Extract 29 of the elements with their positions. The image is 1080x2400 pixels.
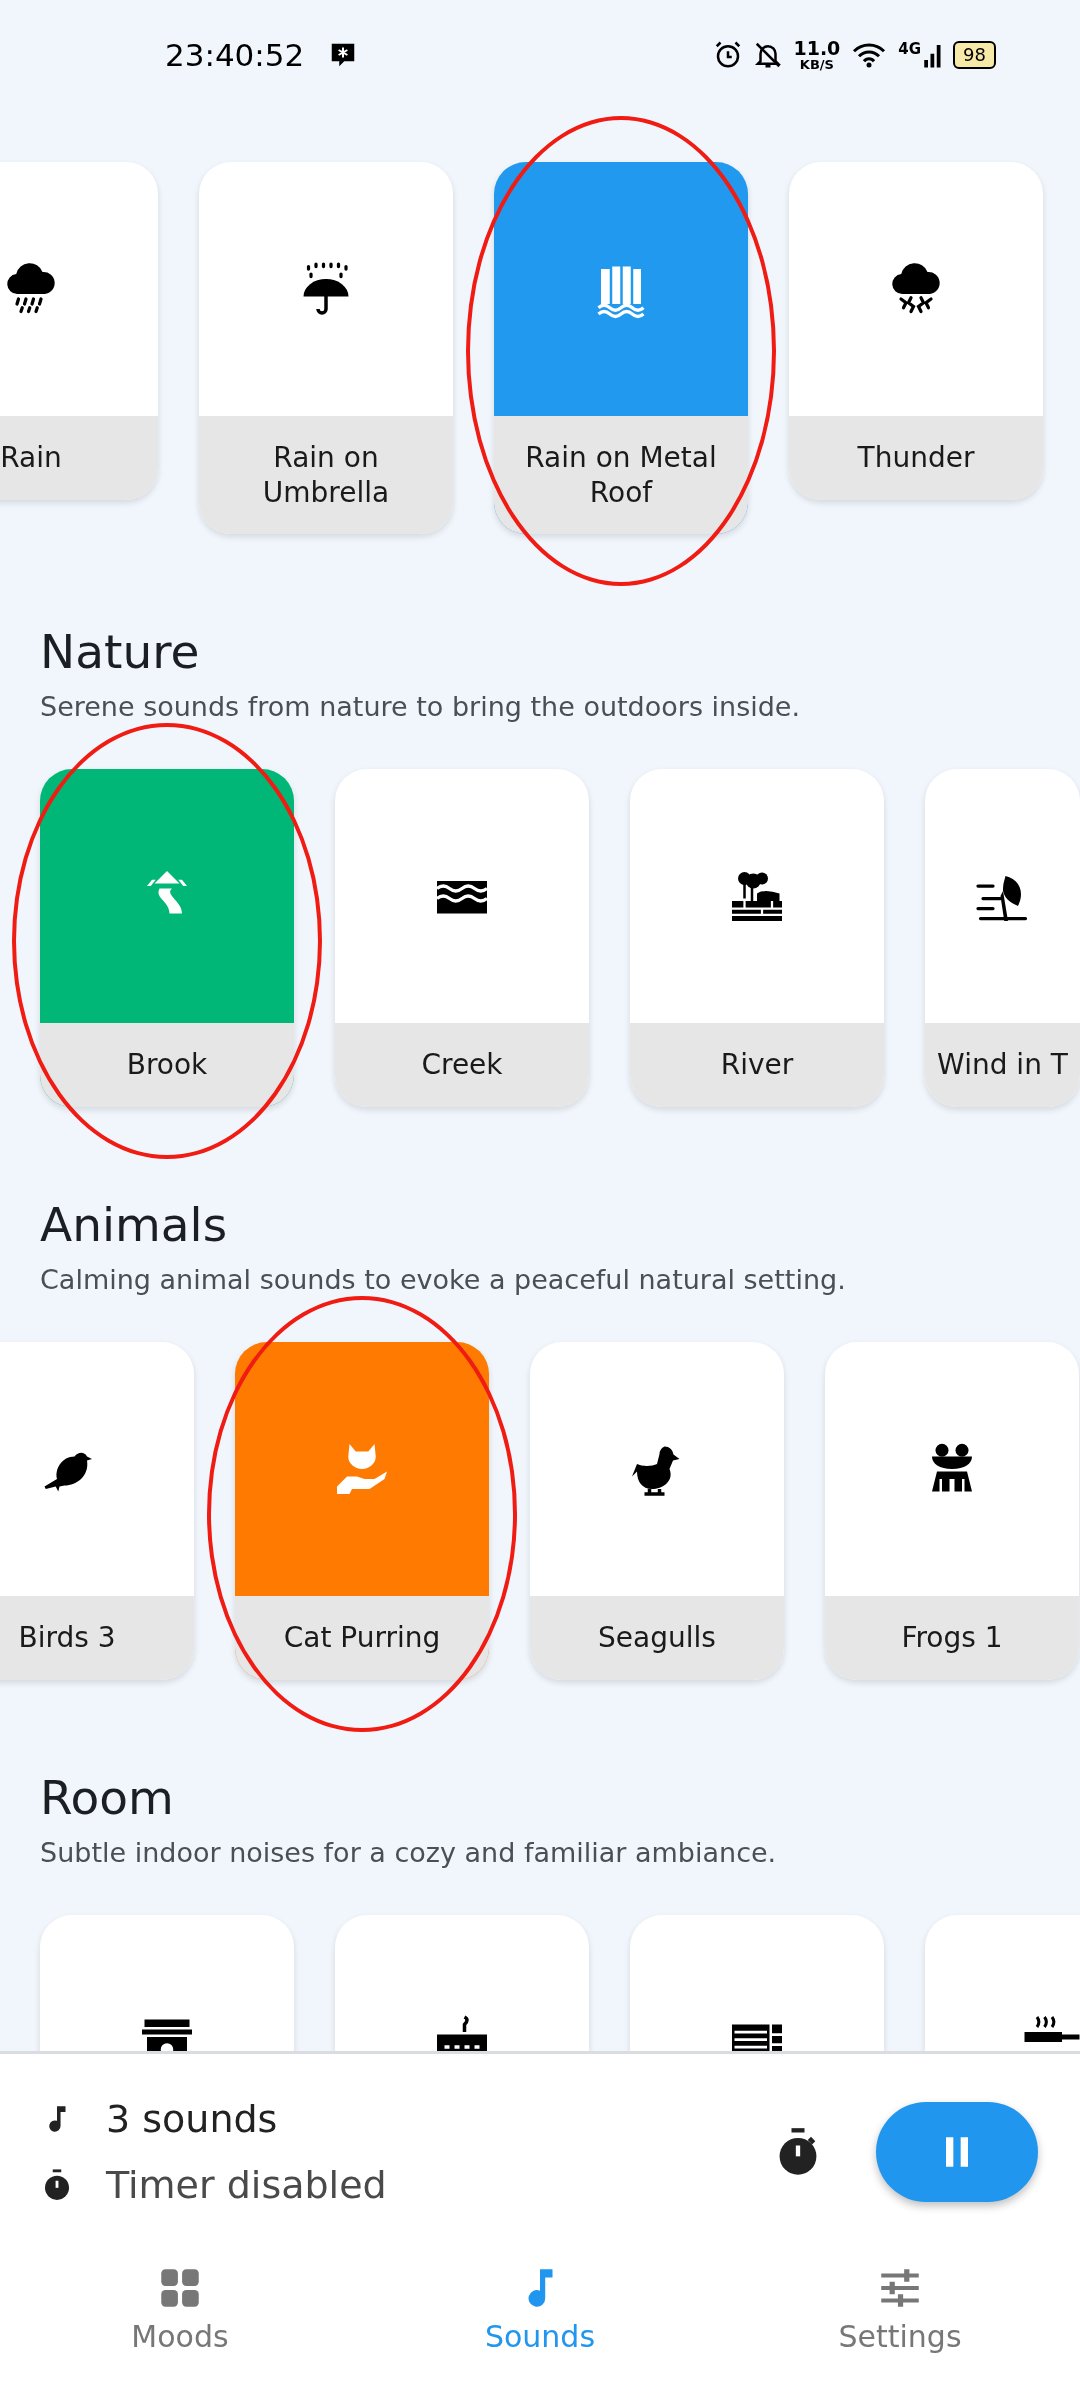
- sound-card[interactable]: Cat Purring: [235, 1342, 489, 1680]
- sound-card[interactable]: Brook: [40, 769, 294, 1107]
- network-speed: 11.0: [793, 39, 841, 58]
- sounds-count: 3 sounds: [106, 2096, 278, 2142]
- network-type: 4G: [898, 40, 922, 58]
- sound-card[interactable]: Rain: [0, 162, 158, 500]
- sound-card[interactable]: Frogs 1: [825, 1342, 1079, 1680]
- bell-off-icon: [753, 40, 784, 70]
- pause-button[interactable]: [876, 2102, 1038, 2202]
- sound-card[interactable]: Seagulls: [530, 1342, 784, 1680]
- section-description: Serene sounds from nature to bring the outdoors inside.: [40, 691, 802, 723]
- section-title: Animals: [40, 1197, 229, 1253]
- timer-status: Timer disabled: [106, 2162, 387, 2208]
- sound-card[interactable]: Wind in T: [925, 769, 1080, 1107]
- sound-card[interactable]: Creek: [335, 769, 589, 1107]
- section-title: Room: [40, 1770, 175, 1826]
- nav-tab[interactable]: Settings: [720, 2262, 1080, 2355]
- section-description: Calming animal sounds to evoke a peaceful natural setting.: [40, 1264, 847, 1296]
- sound-card[interactable]: River: [630, 769, 884, 1107]
- nav-tab[interactable]: Moods: [0, 2262, 360, 2355]
- speed-unit: KB/S: [799, 58, 834, 71]
- sound-card[interactable]: Birds 3: [0, 1342, 194, 1680]
- sound-card[interactable]: Thunder: [789, 162, 1043, 500]
- clock-time: 23:40:52: [165, 37, 305, 73]
- battery-indicator: 98: [953, 41, 996, 69]
- section-description: Subtle indoor noises for a cozy and familiar ambiance.: [40, 1837, 778, 1869]
- sound-card[interactable]: Rain on Umbrella: [199, 162, 453, 534]
- sound-card[interactable]: Rain on Metal Roof: [494, 162, 748, 534]
- section-title: Nature: [40, 624, 201, 680]
